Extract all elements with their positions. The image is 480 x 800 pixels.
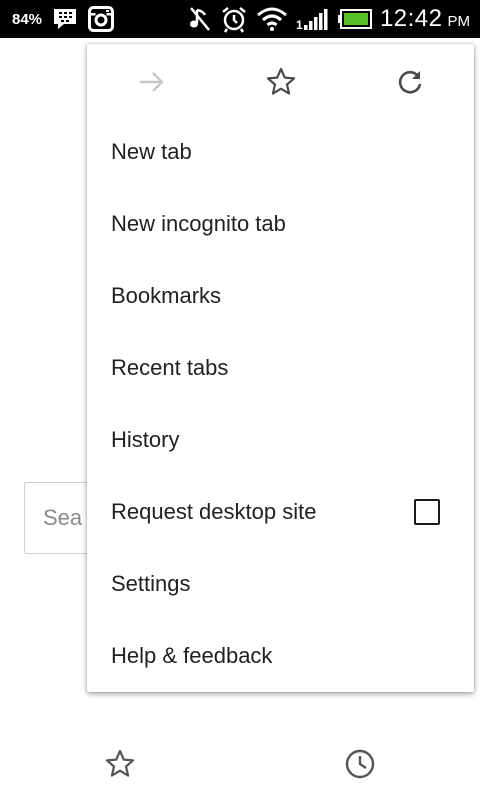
- bookmark-star-icon[interactable]: [263, 64, 299, 100]
- status-bar: 84% 1 12:42 PM: [0, 0, 480, 38]
- signal-icon: 1: [296, 7, 330, 31]
- menu-item-label: New incognito tab: [111, 211, 286, 236]
- menu-item-label: Help & feedback: [111, 643, 273, 668]
- star-icon[interactable]: [103, 747, 137, 781]
- battery-percent: 84%: [12, 10, 43, 28]
- instagram-icon: [88, 6, 115, 32]
- forward-icon[interactable]: [134, 64, 170, 100]
- menu-item-settings[interactable]: Settings: [87, 548, 474, 620]
- menu-item-help-feedback[interactable]: Help & feedback: [87, 620, 474, 692]
- alarm-icon: [220, 5, 248, 33]
- menu-item-history[interactable]: History: [87, 404, 474, 476]
- menu-item-label: New tab: [111, 139, 192, 164]
- wifi-icon: [256, 6, 288, 32]
- menu-item-recent-tabs[interactable]: Recent tabs: [87, 332, 474, 404]
- menu-toolbar: [87, 44, 474, 116]
- music-muted-icon: [188, 6, 212, 32]
- battery-icon: [337, 9, 372, 29]
- request-desktop-site-checkbox[interactable]: [414, 499, 440, 525]
- menu-item-label: Recent tabs: [111, 355, 229, 380]
- menu-item-label: Settings: [111, 571, 191, 596]
- menu-item-new-incognito-tab[interactable]: New incognito tab: [87, 188, 474, 260]
- search-placeholder: Sea: [43, 505, 83, 530]
- menu-item-label: Bookmarks: [111, 283, 222, 308]
- clock-time: 12:42: [379, 5, 443, 32]
- menu-item-new-tab[interactable]: New tab: [87, 116, 474, 188]
- reload-icon[interactable]: [392, 64, 428, 100]
- clock-ampm: PM: [447, 13, 471, 30]
- menu-item-bookmarks[interactable]: Bookmarks: [87, 260, 474, 332]
- bbm-icon: [52, 7, 78, 31]
- menu-item-request-desktop-site[interactable]: Request desktop site: [87, 476, 474, 548]
- svg-text:1: 1: [296, 18, 303, 31]
- clock-icon[interactable]: [343, 747, 377, 781]
- menu-item-label: Request desktop site: [111, 499, 317, 524]
- menu-item-label: History: [111, 427, 180, 452]
- overflow-menu: New tab New incognito tab Bookmarks Rece…: [87, 44, 474, 692]
